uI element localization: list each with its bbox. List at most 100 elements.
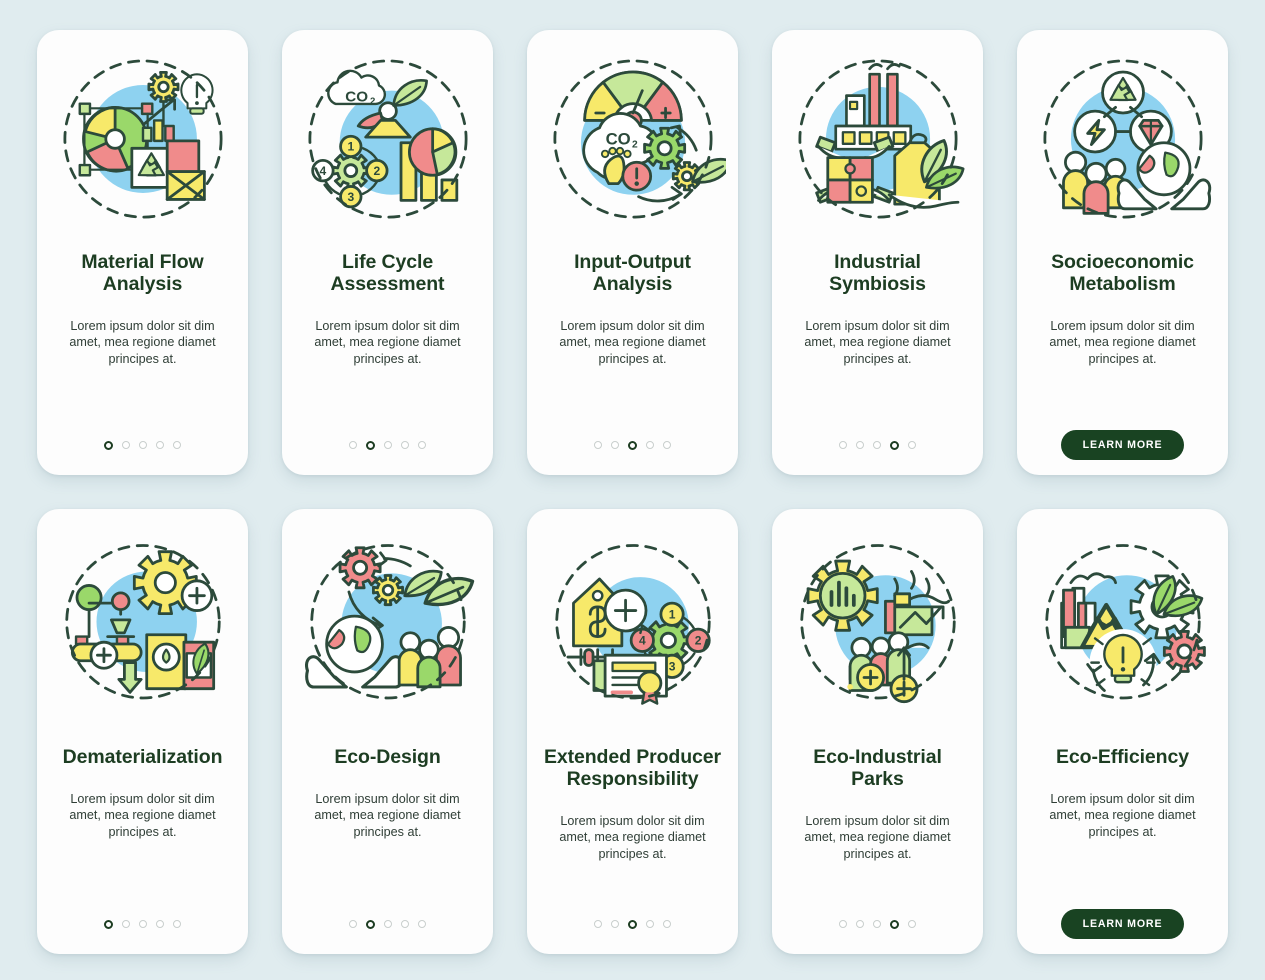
- svg-text:2: 2: [694, 634, 701, 648]
- svg-text:2: 2: [373, 164, 380, 178]
- pagination-dot[interactable]: [139, 441, 147, 449]
- pagination-dot[interactable]: [839, 441, 847, 449]
- card-footer: [539, 415, 726, 475]
- card-description: Lorem ipsum dolor sit dim amet, mea regi…: [1049, 791, 1196, 840]
- onboarding-card-material-flow-analysis[interactable]: Material Flow Analysis Lorem ipsum dolor …: [37, 30, 248, 475]
- pagination-dot[interactable]: [873, 920, 881, 928]
- pagination-dots: [594, 440, 671, 450]
- svg-text:3: 3: [668, 660, 675, 674]
- pagination-dot[interactable]: [173, 441, 181, 449]
- pagination-dot[interactable]: [401, 441, 409, 449]
- card-title: Extended Producer Responsibility: [543, 746, 722, 790]
- pagination-dot[interactable]: [418, 441, 426, 449]
- pagination-dot[interactable]: [122, 920, 130, 928]
- card-description: Lorem ipsum dolor sit dim amet, mea regi…: [559, 813, 706, 861]
- onboarding-card-eco-industrial-parks[interactable]: Eco-Industrial Parks Lorem ipsum dolor si…: [772, 509, 983, 954]
- pagination-dot[interactable]: [156, 441, 164, 449]
- pagination-dot[interactable]: [173, 920, 181, 928]
- svg-text:4: 4: [638, 634, 645, 648]
- pagination-dot[interactable]: [663, 441, 671, 449]
- industrial-symbiosis-illustration: [785, 46, 971, 232]
- card-title: Material Flow Analysis: [81, 251, 204, 295]
- pagination-dot[interactable]: [401, 920, 409, 928]
- svg-text:1: 1: [347, 140, 354, 154]
- pagination-dot[interactable]: [349, 441, 357, 449]
- card-footer: [539, 894, 726, 954]
- onboarding-card-industrial-symbiosis[interactable]: Industrial Symbiosis Lorem ipsum dolor si…: [772, 30, 983, 475]
- pagination-dot[interactable]: [611, 441, 619, 449]
- card-footer: LEARN MORE: [1029, 415, 1216, 475]
- pagination-dots: [839, 919, 916, 929]
- onboarding-card-eco-efficiency[interactable]: Eco-Efficiency Lorem ipsum dolor sit dim …: [1017, 509, 1228, 954]
- pagination-dot[interactable]: [122, 441, 130, 449]
- card-title: Eco-Industrial Parks: [813, 746, 942, 790]
- socioeconomic-metabolism-illustration: [1030, 46, 1216, 232]
- pagination-dot[interactable]: [594, 441, 602, 449]
- card-title: Dematerialization: [62, 746, 223, 768]
- card-footer: [294, 415, 481, 475]
- pagination-dots: [594, 919, 671, 929]
- pagination-dot[interactable]: [856, 441, 864, 449]
- pagination-dot-active[interactable]: [628, 440, 637, 450]
- card-description: Lorem ipsum dolor sit dim amet, mea regi…: [804, 318, 951, 366]
- svg-text:CO: CO: [605, 130, 630, 149]
- pagination-dot-active[interactable]: [104, 919, 113, 929]
- card-footer: [784, 894, 971, 954]
- card-description: Lorem ipsum dolor sit dim amet, mea regi…: [314, 318, 461, 366]
- card-title: Eco-Design: [334, 746, 441, 768]
- card-title: Life Cycle Assessment: [330, 251, 445, 295]
- pagination-dot[interactable]: [139, 920, 147, 928]
- pagination-dot[interactable]: [594, 920, 602, 928]
- card-footer: [49, 894, 236, 954]
- pagination-dots: [349, 919, 426, 929]
- onboarding-card-extended-producer-responsibility[interactable]: 1 2 3 4 Extended Producer Responsibility Lore…: [527, 509, 738, 954]
- card-description: Lorem ipsum dolor sit dim amet, mea regi…: [314, 791, 461, 840]
- pagination-dots: [104, 440, 181, 450]
- eco-efficiency-illustration: [1030, 525, 1216, 711]
- pagination-dot[interactable]: [839, 920, 847, 928]
- onboarding-screens-board: Material Flow Analysis Lorem ipsum dolor …: [0, 0, 1265, 980]
- card-footer: [784, 415, 971, 475]
- pagination-dot-active[interactable]: [366, 440, 375, 450]
- card-description: Lorem ipsum dolor sit dim amet, mea regi…: [804, 813, 951, 861]
- card-title: Socioeconomic Metabolism: [1051, 251, 1194, 295]
- learn-more-button[interactable]: LEARN MORE: [1060, 909, 1185, 939]
- card-title: Input-Output Analysis: [574, 251, 691, 295]
- pagination-dot[interactable]: [349, 920, 357, 928]
- pagination-dot[interactable]: [384, 441, 392, 449]
- material-flow-analysis-illustration: [50, 46, 236, 232]
- pagination-dot[interactable]: [646, 920, 654, 928]
- pagination-dot[interactable]: [418, 920, 426, 928]
- eco-design-illustration: [295, 525, 481, 711]
- onboarding-card-input-output-analysis[interactable]: CO 2 Input-Output Analysis Lorem ipsum dolo…: [527, 30, 738, 475]
- pagination-dot-active[interactable]: [890, 440, 899, 450]
- onboarding-card-dematerialization[interactable]: Dematerialization Lorem ipsum dolor sit d…: [37, 509, 248, 954]
- svg-text:3: 3: [347, 190, 354, 204]
- card-description: Lorem ipsum dolor sit dim amet, mea regi…: [69, 791, 216, 840]
- svg-text:CO: CO: [345, 89, 368, 106]
- onboarding-card-life-cycle-assessment[interactable]: CO 2 1 2 3 4 Life Cycle Assessment Lorem ipsum …: [282, 30, 493, 475]
- pagination-dot[interactable]: [908, 441, 916, 449]
- onboarding-card-eco-design[interactable]: Eco-Design Lorem ipsum dolor sit dim amet…: [282, 509, 493, 954]
- pagination-dot[interactable]: [646, 441, 654, 449]
- card-description: Lorem ipsum dolor sit dim amet, mea regi…: [559, 318, 706, 366]
- pagination-dot-active[interactable]: [366, 919, 375, 929]
- pagination-dot-active[interactable]: [628, 919, 637, 929]
- svg-text:2: 2: [632, 139, 638, 150]
- pagination-dots: [349, 440, 426, 450]
- card-title: Industrial Symbiosis: [829, 251, 926, 295]
- pagination-dot[interactable]: [384, 920, 392, 928]
- learn-more-button[interactable]: LEARN MORE: [1060, 430, 1185, 460]
- pagination-dot[interactable]: [611, 920, 619, 928]
- onboarding-card-socioeconomic-metabolism[interactable]: Socioeconomic Metabolism Lorem ipsum dolo…: [1017, 30, 1228, 475]
- pagination-dot[interactable]: [663, 920, 671, 928]
- svg-text:1: 1: [668, 607, 675, 621]
- pagination-dot[interactable]: [908, 920, 916, 928]
- pagination-dot[interactable]: [856, 920, 864, 928]
- pagination-dot[interactable]: [156, 920, 164, 928]
- pagination-dot-active[interactable]: [104, 440, 113, 450]
- input-output-analysis-illustration: CO 2: [540, 46, 726, 232]
- pagination-dot-active[interactable]: [890, 919, 899, 929]
- card-title: Eco-Efficiency: [1056, 746, 1189, 768]
- pagination-dot[interactable]: [873, 441, 881, 449]
